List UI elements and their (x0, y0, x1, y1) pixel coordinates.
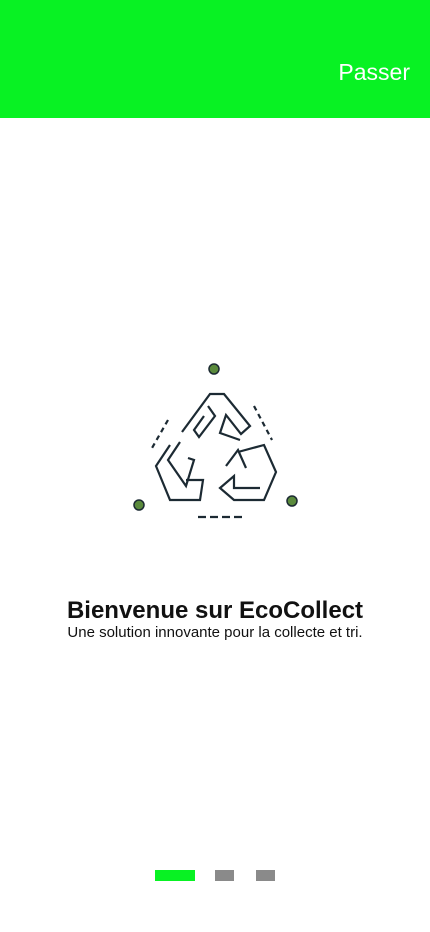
onboarding-title: Bienvenue sur EcoCollect (66, 597, 364, 624)
page-dot-3[interactable] (256, 870, 275, 881)
top-bar: Passer (0, 0, 430, 118)
accent-dot-right (286, 495, 298, 507)
accent-dot-left (133, 499, 145, 511)
page-indicator (0, 870, 430, 882)
recycle-icon (133, 363, 298, 519)
onboarding-subtitle: Une solution innovante pour la collecte … (67, 624, 363, 641)
recycle-illustration (130, 360, 300, 522)
accent-dot-top (208, 363, 220, 375)
page-dot-1[interactable] (155, 870, 195, 881)
skip-button[interactable]: Passer (338, 58, 410, 86)
page-dot-2[interactable] (215, 870, 234, 881)
onboarding-screen: Passer Bienvenue sur EcoCollect Une solu… (0, 0, 430, 932)
